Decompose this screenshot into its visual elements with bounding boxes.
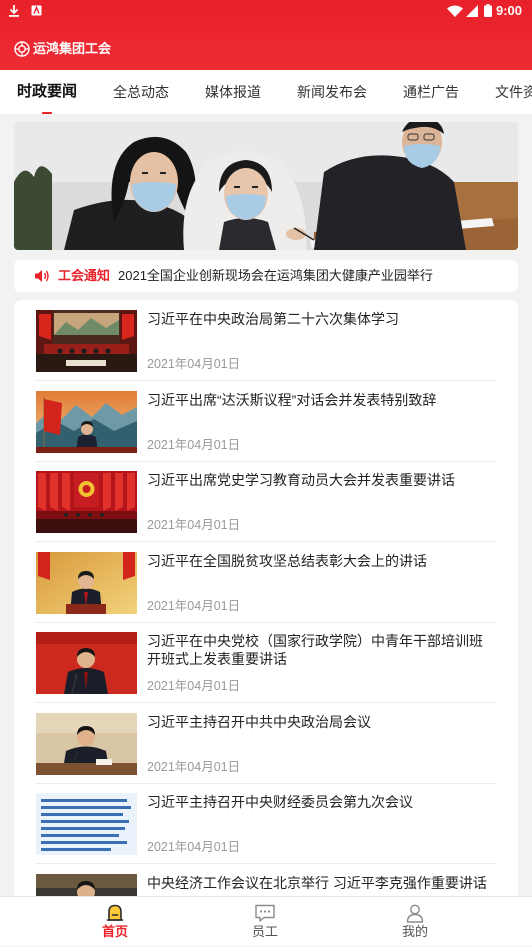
notice-text[interactable]: 2021全国企业创新现场会在运鸿集团大健康产业园举行 — [118, 260, 433, 292]
news-title[interactable]: 习近平在中央党校（国家行政学院）中青年干部培训班开班式上发表重要讲话 — [147, 632, 496, 668]
news-item[interactable]: 中央经济工作会议在北京举行 习近平李克强作重要讲话 — [14, 873, 518, 896]
news-thumbnail[interactable] — [36, 471, 137, 533]
tab-media-reports[interactable]: 媒体报道 — [205, 82, 261, 102]
nav-profile[interactable]: 我的 — [365, 897, 465, 947]
tab-banner-ads[interactable]: 通栏广告 — [403, 82, 459, 102]
news-title[interactable]: 中央经济工作会议在北京举行 习近平李克强作重要讲话 — [147, 874, 496, 892]
nav-home-label: 首页 — [101, 924, 128, 939]
battery-icon — [484, 4, 492, 17]
news-title[interactable]: 习近平在中央政治局第二十六次集体学习 — [147, 310, 496, 328]
news-thumbnail[interactable] — [36, 390, 137, 453]
news-item[interactable]: 习近平主持召开中央财经委员会第九次会议 2021年04月01日 — [14, 793, 518, 874]
tab-press-conference[interactable]: 新闻发布会 — [297, 82, 367, 102]
news-title[interactable]: 习近平主持召开中央财经委员会第九次会议 — [147, 793, 496, 811]
nav-home[interactable]: 首页 — [65, 897, 165, 947]
news-thumbnail[interactable] — [36, 310, 137, 372]
banner-image[interactable] — [14, 122, 518, 250]
news-title[interactable]: 习近平主持召开中共中央政治局会议 — [147, 713, 496, 731]
news-thumbnail[interactable] — [36, 712, 137, 775]
nav-staff[interactable]: 员工 — [215, 897, 315, 947]
main-content[interactable]: 工会通知 2021全国企业创新现场会在运鸿集团大健康产业园举行 习近平在中央政治… — [0, 114, 532, 896]
user-icon — [365, 903, 465, 923]
news-item[interactable]: 习近平在中央党校（国家行政学院）中青年干部培训班开班式上发表重要讲话 2021年0… — [14, 632, 518, 713]
download-icon — [8, 4, 20, 18]
notice-bar[interactable]: 工会通知 2021全国企业创新现场会在运鸿集团大健康产业园举行 — [14, 260, 518, 292]
news-item[interactable]: 习近平出席“达沃斯议程”对话会并发表特别致辞 2021年04月01日 — [14, 390, 518, 472]
home-icon — [65, 903, 165, 923]
news-title[interactable]: 习近平出席“达沃斯议程”对话会并发表特别致辞 — [147, 391, 496, 409]
union-emblem-icon — [14, 41, 30, 57]
notice-label: 工会通知 — [58, 268, 111, 283]
news-thumbnail[interactable] — [36, 551, 137, 614]
tab-federation-news[interactable]: 全总动态 — [113, 82, 169, 102]
signal-icon — [466, 5, 478, 17]
nav-staff-label: 员工 — [251, 924, 278, 939]
nav-profile-label: 我的 — [401, 924, 428, 939]
news-item[interactable]: 习近平在中央政治局第二十六次集体学习 2021年04月01日 — [14, 310, 518, 391]
news-item[interactable]: 习近平主持召开中共中央政治局会议 2021年04月01日 — [14, 712, 518, 794]
app-title: 运鸿集团工会 — [33, 41, 112, 56]
category-tabs: 时政要闻 全总动态 媒体报道 新闻发布会 通栏广告 文件资 — [0, 70, 532, 114]
news-list: 习近平在中央政治局第二十六次集体学习 2021年04月01日 习近平出席“达沃斯议程… — [14, 300, 518, 896]
news-title[interactable]: 习近平出席党史学习教育动员大会并发表重要讲话 — [147, 471, 496, 489]
news-date: 2021年04月01日 — [147, 679, 241, 693]
tab-documents[interactable]: 文件资 — [495, 82, 532, 102]
news-date: 2021年04月01日 — [147, 437, 241, 452]
bottom-nav: 首页 员工 我的 — [0, 896, 532, 946]
news-title[interactable]: 习近平在全国脱贫攻坚总结表彰大会上的讲话 — [147, 552, 496, 570]
news-date: 2021年04月01日 — [147, 840, 241, 854]
news-thumbnail[interactable] — [36, 632, 137, 694]
chat-icon — [215, 903, 315, 923]
news-date: 2021年04月01日 — [147, 598, 241, 613]
app-header-bar: 9:00 运鸿集团工会 — [0, 0, 532, 70]
tab-current-affairs[interactable]: 时政要闻 — [17, 82, 77, 114]
news-date: 2021年04月01日 — [147, 518, 241, 532]
news-item[interactable]: 习近平在全国脱贫攻坚总结表彰大会上的讲话 2021年04月01日 — [14, 551, 518, 633]
status-time: 9:00 — [496, 3, 523, 18]
news-date: 2021年04月01日 — [147, 357, 241, 371]
news-date: 2021年04月01日 — [147, 759, 241, 774]
status-bar: 9:00 — [0, 0, 532, 22]
news-thumbnail[interactable] — [36, 873, 137, 896]
speaker-icon — [34, 269, 50, 283]
wifi-icon — [447, 5, 463, 17]
news-item[interactable]: 习近平出席党史学习教育动员大会并发表重要讲话 2021年04月01日 — [14, 471, 518, 552]
news-thumbnail[interactable] — [36, 793, 137, 855]
app-notification-icon — [31, 5, 42, 16]
